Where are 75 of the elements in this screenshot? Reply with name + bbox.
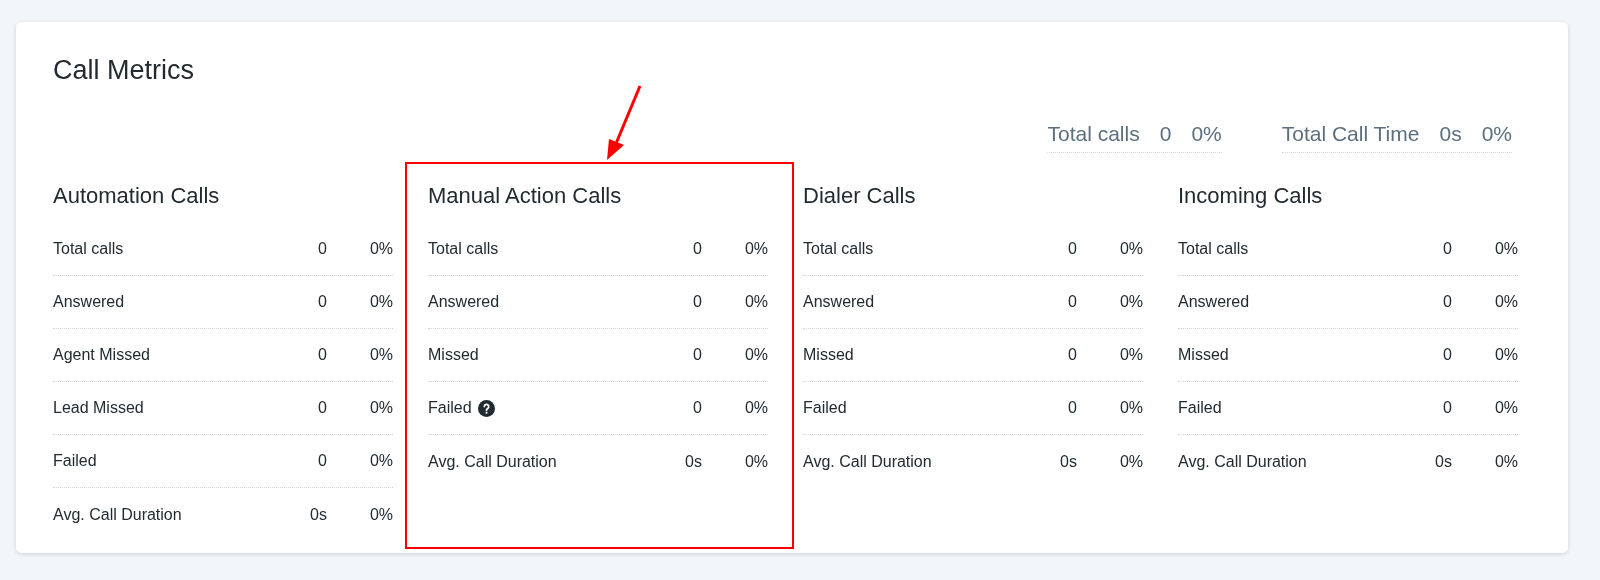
total-value: 0 bbox=[1159, 122, 1172, 146]
metric-label: Total calls bbox=[428, 240, 499, 258]
section-title: Dialer Calls bbox=[803, 183, 917, 209]
metric-label: Lead Missed bbox=[53, 399, 144, 417]
metric-value: 0 bbox=[317, 452, 327, 470]
metric-value: 0 bbox=[692, 399, 702, 417]
metric-label: Failed bbox=[1178, 399, 1222, 417]
metric-percent: 0% bbox=[743, 399, 768, 417]
metric-label: Failed bbox=[803, 399, 847, 417]
metric-percent: 0% bbox=[1493, 452, 1518, 471]
section-title: Incoming Calls bbox=[1178, 183, 1324, 209]
metric-label: Avg. Call Duration bbox=[803, 452, 932, 471]
total-value: 0s bbox=[1439, 122, 1462, 146]
metric-value: 0 bbox=[1442, 293, 1452, 311]
metric-value: 0s bbox=[1434, 452, 1452, 471]
metric-value: 0 bbox=[1067, 293, 1077, 311]
metric-label: Answered bbox=[428, 293, 500, 311]
metric-value: 0 bbox=[317, 240, 327, 258]
total-label: Total calls bbox=[1047, 122, 1140, 146]
metric-value: 0 bbox=[317, 399, 327, 417]
metric-label: Total calls bbox=[803, 240, 874, 258]
total-percent: 0% bbox=[1191, 122, 1222, 146]
total-percent: 0% bbox=[1481, 122, 1512, 146]
metric-percent: 0% bbox=[1493, 240, 1518, 258]
metric-percent: 0% bbox=[368, 399, 393, 417]
metric-percent: 0% bbox=[1118, 452, 1143, 471]
metric-value: 0 bbox=[1067, 240, 1077, 258]
metric-value: 0 bbox=[1067, 399, 1077, 417]
metric-value: 0 bbox=[1067, 346, 1077, 364]
metric-percent: 0% bbox=[1493, 399, 1518, 417]
metric-label: Avg. Call Duration bbox=[428, 452, 557, 471]
metric-label: Avg. Call Duration bbox=[53, 505, 182, 524]
metric-label: Avg. Call Duration bbox=[1178, 452, 1307, 471]
metric-label: Missed bbox=[428, 346, 479, 364]
metric-value: 0 bbox=[692, 293, 702, 311]
metric-percent: 0% bbox=[1493, 346, 1518, 364]
metric-value: 0s bbox=[684, 452, 702, 471]
metric-percent: 0% bbox=[368, 293, 393, 311]
metric-label: Agent Missed bbox=[53, 346, 150, 364]
metric-label: Answered bbox=[803, 293, 875, 311]
metric-label: Total calls bbox=[53, 240, 124, 258]
metric-percent: 0% bbox=[1118, 399, 1143, 417]
metric-value: 0 bbox=[1442, 240, 1452, 258]
help-icon[interactable] bbox=[477, 399, 495, 417]
total-label: Total Call Time bbox=[1281, 122, 1420, 146]
metric-percent: 0% bbox=[368, 452, 393, 470]
metric-percent: 0% bbox=[743, 452, 768, 471]
metric-label: Failed bbox=[53, 452, 97, 470]
metric-percent: 0% bbox=[1118, 346, 1143, 364]
metric-percent: 0% bbox=[1118, 240, 1143, 258]
metric-percent: 0% bbox=[743, 240, 768, 258]
metric-value: 0 bbox=[317, 293, 327, 311]
metric-label: Failed bbox=[428, 399, 472, 417]
metric-percent: 0% bbox=[368, 346, 393, 364]
metric-value: 0s bbox=[309, 505, 327, 524]
metric-percent: 0% bbox=[368, 505, 393, 524]
metric-value: 0 bbox=[692, 240, 702, 258]
metric-percent: 0% bbox=[743, 293, 768, 311]
metric-percent: 0% bbox=[1118, 293, 1143, 311]
metric-value: 0 bbox=[692, 346, 702, 364]
metric-label: Answered bbox=[53, 293, 125, 311]
metric-label: Missed bbox=[803, 346, 854, 364]
metric-label: Answered bbox=[1178, 293, 1250, 311]
page-title: Call Metrics bbox=[53, 57, 195, 84]
metric-percent: 0% bbox=[1493, 293, 1518, 311]
section-title: Manual Action Calls bbox=[428, 183, 623, 209]
metric-percent: 0% bbox=[368, 240, 393, 258]
metric-value: 0 bbox=[1442, 346, 1452, 364]
metric-value: 0 bbox=[317, 346, 327, 364]
section-title: Automation Calls bbox=[53, 183, 221, 209]
metric-percent: 0% bbox=[743, 346, 768, 364]
metric-value: 0 bbox=[1442, 399, 1452, 417]
metric-label: Total calls bbox=[1178, 240, 1249, 258]
metric-label: Missed bbox=[1178, 346, 1229, 364]
metric-value: 0s bbox=[1059, 452, 1077, 471]
